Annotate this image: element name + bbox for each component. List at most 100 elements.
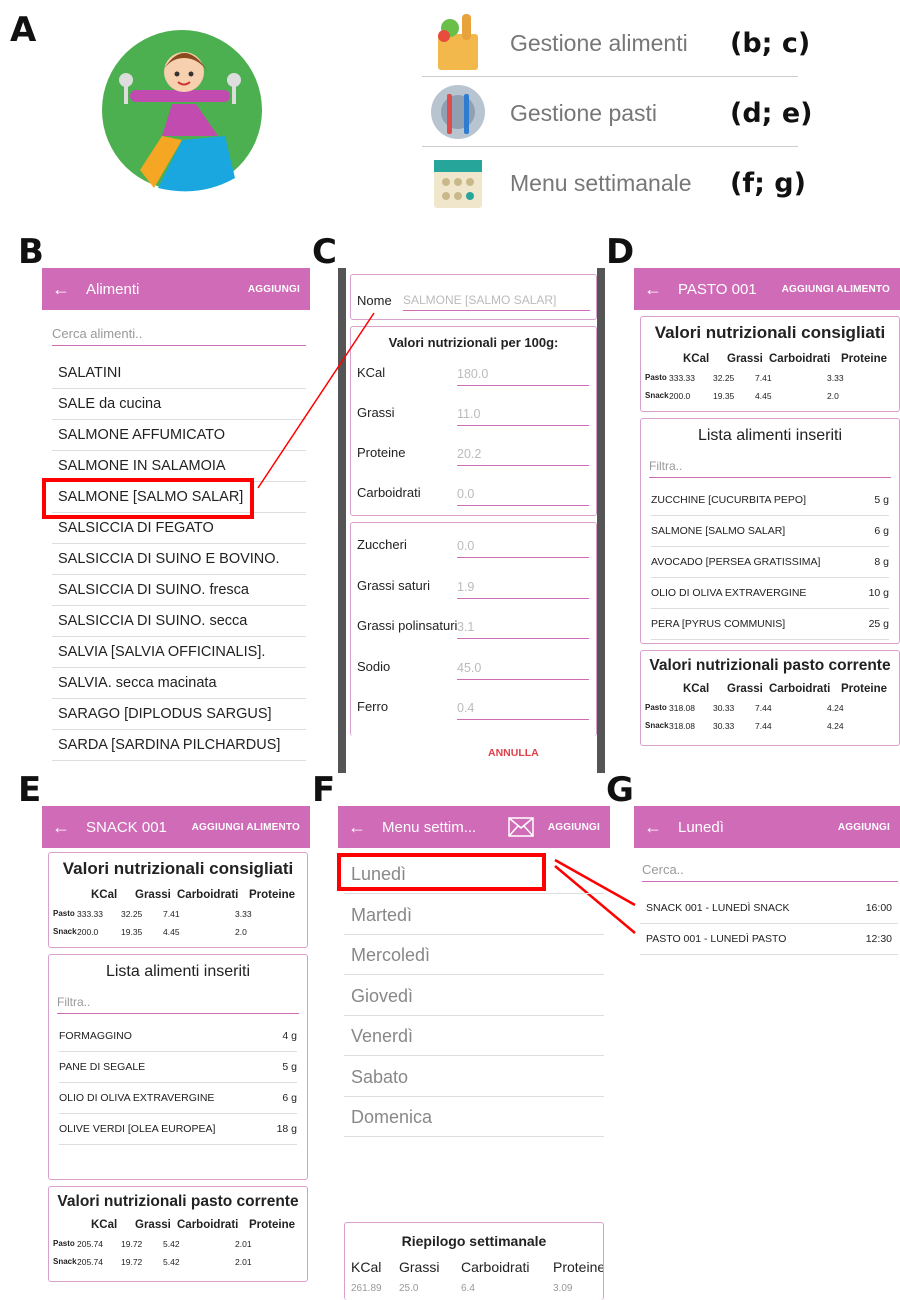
field-value[interactable]: 0.4 <box>457 701 589 720</box>
nutrition-field[interactable]: KCal 180.0 <box>357 365 589 395</box>
meal-name: SNACK 001 - LUNEDÌ SNACK <box>646 902 790 914</box>
field-value[interactable]: 11.0 <box>457 407 589 426</box>
food-list-item[interactable]: SALVIA. secca macinata <box>52 668 306 699</box>
food-row[interactable]: ZUCCHINE [CUCURBITA PEPO] 5 g <box>651 485 889 516</box>
field-value[interactable]: 1.9 <box>457 580 589 599</box>
nutrition-field[interactable]: Zuccheri 0.0 <box>357 537 589 567</box>
menu-item-label: Menu settimanale <box>510 169 692 196</box>
weekday-item[interactable]: Domenica <box>344 1097 604 1137</box>
meal-time: 12:30 <box>865 933 892 945</box>
add-food-button[interactable]: AGGIUNGI ALIMENTO <box>782 284 890 295</box>
food-row[interactable]: FORMAGGINO 4 g <box>59 1021 297 1052</box>
field-label: Carboidrati <box>357 485 421 500</box>
table-cell: 4.24 <box>827 721 844 731</box>
table-cell: 200.0 <box>77 927 99 937</box>
food-row[interactable]: PERA [PYRUS COMMUNIS] 25 g <box>651 609 889 640</box>
food-list-item[interactable]: SALATINI <box>52 358 306 389</box>
nutrition-field[interactable]: Grassi saturi 1.9 <box>357 578 589 608</box>
menu-item-menu-settimanale[interactable]: Menu settimanale (f; g) <box>422 148 806 218</box>
summary-value: 25.0 <box>399 1283 419 1294</box>
table-cell: 19.35 <box>121 927 143 937</box>
row-label: Pasto <box>53 1239 75 1248</box>
field-value[interactable]: 0.0 <box>457 487 589 506</box>
add-food-button[interactable]: AGGIUNGI ALIMENTO <box>192 822 300 833</box>
table-cell: 4.45 <box>163 927 180 937</box>
field-value[interactable]: 0.0 <box>457 539 589 558</box>
nutrition-field[interactable]: Sodio 45.0 <box>357 659 589 689</box>
food-row[interactable]: OLIVE VERDI [OLEA EUROPEA] 18 g <box>59 1114 297 1145</box>
table-cell: 318.08 <box>669 703 695 713</box>
add-button[interactable]: AGGIUNGI <box>548 822 600 833</box>
nutrition-card: Valori nutrizionali per 100g: KCal 180.0 G… <box>350 326 597 516</box>
table-cell: 7.41 <box>755 373 772 383</box>
weekday-item[interactable]: Martedì <box>344 895 604 935</box>
back-arrow-icon[interactable]: ← <box>52 817 70 838</box>
field-label: Sodio <box>357 658 391 674</box>
filter-input[interactable]: Filtra.. <box>57 995 299 1014</box>
meal-detail: Valori nutrizionali consigliati KCal Grass… <box>640 316 900 746</box>
mail-icon[interactable] <box>508 817 534 837</box>
page-title: Menu settim... <box>382 818 477 836</box>
table-header: KCal <box>683 683 710 695</box>
food-list-item[interactable]: SALSICCIA DI SUINO. fresca <box>52 575 306 606</box>
field-value[interactable]: 3.1 <box>457 620 589 639</box>
app-logo <box>102 30 262 192</box>
weekday-item[interactable]: Giovedì <box>344 976 604 1016</box>
meal-row[interactable]: SNACK 001 - LUNEDÌ SNACK 16:00 <box>640 893 898 924</box>
field-value[interactable]: 180.0 <box>457 367 589 386</box>
field-label: Grassi polinsaturi <box>357 618 458 633</box>
food-row[interactable]: AVOCADO [PERSEA GRATISSIMA] 8 g <box>651 547 889 578</box>
table-cell: 200.0 <box>669 391 691 401</box>
table-cell: 32.25 <box>121 909 143 919</box>
weekday-item[interactable]: Venerdì <box>344 1016 604 1056</box>
nutrition-field[interactable]: Proteine 20.2 <box>357 445 589 475</box>
food-name: OLIVE VERDI [OLEA EUROPEA] <box>59 1123 216 1135</box>
food-list-item[interactable]: SALMONE AFFUMICATO <box>52 420 306 451</box>
table-cell: 30.33 <box>713 721 735 731</box>
food-list-item[interactable]: SARAGO [DIPLODUS SARGUS] <box>52 699 306 730</box>
food-quantity: 4 g <box>282 1030 297 1042</box>
nutrition-field[interactable]: Ferro 0.4 <box>357 699 589 729</box>
food-list-item[interactable]: SARDA [SARDINA PILCHARDUS] <box>52 730 306 761</box>
page-title: SNACK 001 <box>86 818 167 836</box>
weekday-item[interactable]: Mercoledì <box>344 935 604 975</box>
field-value[interactable]: 20.2 <box>457 447 589 466</box>
meal-row[interactable]: PASTO 001 - LUNEDÌ PASTO 12:30 <box>640 924 898 955</box>
menu-item-gestione-pasti[interactable]: Gestione pasti (d; e) <box>422 78 813 148</box>
field-label: Zuccheri <box>357 537 407 552</box>
food-list-item[interactable]: SALSICCIA DI SUINO. secca <box>52 606 306 637</box>
weekday-item[interactable]: Sabato <box>344 1057 604 1097</box>
back-arrow-icon[interactable]: ← <box>348 817 366 838</box>
row-label: Pasto <box>645 373 667 382</box>
name-field[interactable]: SALMONE [SALMO SALAR] <box>403 293 590 311</box>
add-button[interactable]: AGGIUNGI <box>248 284 300 295</box>
menu-item-label: Gestione alimenti <box>510 29 688 56</box>
nutrition-field[interactable]: Carboidrati 0.0 <box>357 485 589 515</box>
search-input[interactable]: Cerca alimenti.. <box>52 326 306 346</box>
food-row[interactable]: PANE DI SEGALE 5 g <box>59 1052 297 1083</box>
back-arrow-icon[interactable]: ← <box>52 279 70 300</box>
back-arrow-icon[interactable]: ← <box>644 817 662 838</box>
food-list-item[interactable]: SALE da cucina <box>52 389 306 420</box>
app-bar-alimenti: ← Alimenti AGGIUNGI <box>42 268 310 310</box>
recommended-values-card: Valori nutrizionali consigliati KCal Grass… <box>640 316 900 412</box>
back-arrow-icon[interactable]: ← <box>644 279 662 300</box>
nutrition-field[interactable]: Grassi 11.0 <box>357 405 589 435</box>
nutrition-field[interactable]: Grassi polinsaturi 3.1 <box>357 618 589 648</box>
food-row[interactable]: SALMONE [SALMO SALAR] 6 g <box>651 516 889 547</box>
menu-item-gestione-alimenti[interactable]: Gestione alimenti (b; c) <box>422 8 810 78</box>
table-cell: 32.25 <box>713 373 735 383</box>
food-row[interactable]: OLIO DI OLIVA EXTRAVERGINE 10 g <box>651 578 889 609</box>
table-cell: 7.44 <box>755 721 772 731</box>
table-header: Carboidrati <box>769 683 831 695</box>
cancel-button[interactable]: ANNULLA <box>488 747 539 759</box>
food-row[interactable]: OLIO DI OLIVA EXTRAVERGINE 6 g <box>59 1083 297 1114</box>
food-list-item[interactable]: SALVIA [SALVIA OFFICINALIS]. <box>52 637 306 668</box>
food-list-item[interactable]: SALSICCIA DI SUINO E BOVINO. <box>52 544 306 575</box>
weekly-summary-title: Riepilogo settimanale <box>401 1233 547 1249</box>
search-input[interactable]: Cerca.. <box>642 862 898 882</box>
field-value[interactable]: 45.0 <box>457 661 589 680</box>
filter-input[interactable]: Filtra.. <box>649 459 891 478</box>
current-title: Valori nutrizionali pasto corrente <box>649 657 891 674</box>
add-button[interactable]: AGGIUNGI <box>838 822 890 833</box>
